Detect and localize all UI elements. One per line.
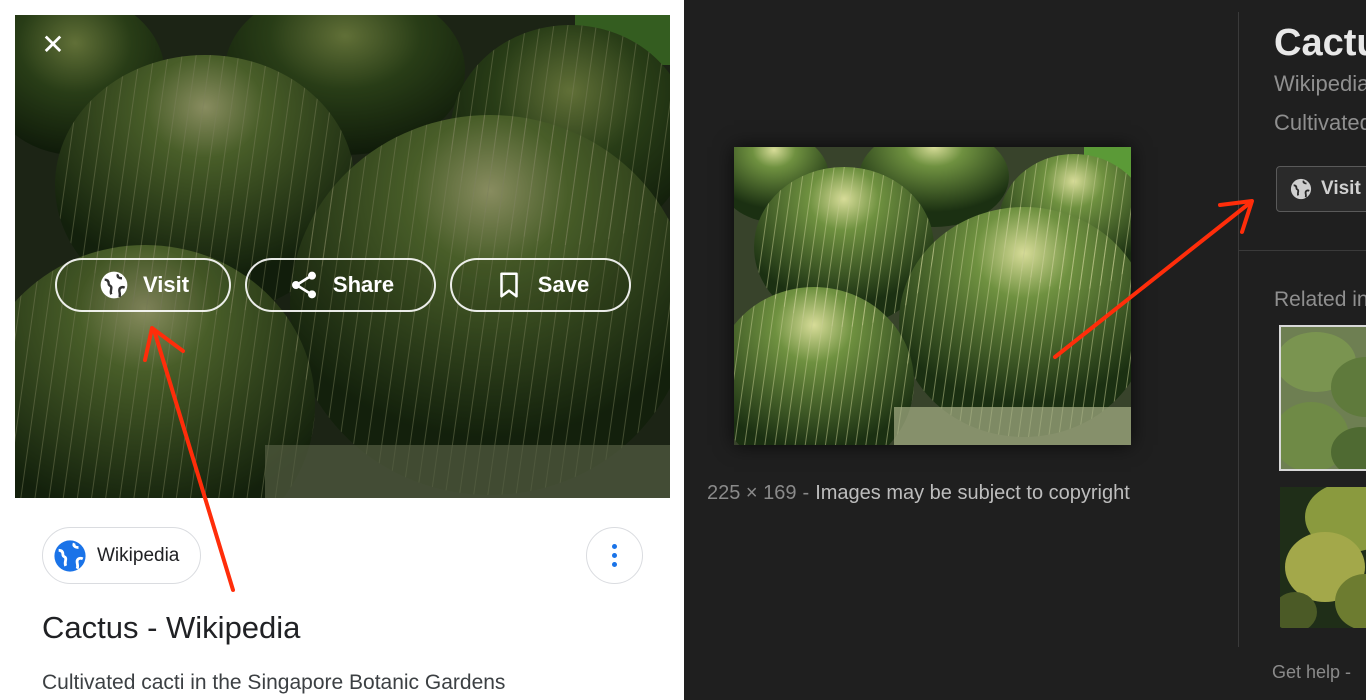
visit-label: Visit [142, 272, 190, 297]
close-icon[interactable]: ✕ [38, 30, 68, 60]
panel-divider [1238, 12, 1239, 647]
mobile-image-viewer: ✕ Visit Share Save Wikipedia Cactus - Wi… [0, 0, 684, 700]
source-label: Wikipedia [97, 544, 180, 566]
visit-label: Visit [1321, 178, 1361, 199]
image-meta: 225 × 169- Images may be subject to copyr… [707, 482, 1130, 505]
more-vert-icon[interactable] [586, 527, 643, 584]
share-label: Share [332, 272, 395, 297]
globe-icon [97, 268, 131, 302]
image-size: 225 × 169 [707, 482, 797, 504]
desktop-image-viewer: 225 × 169- Images may be subject to copyr… [684, 0, 1366, 700]
result-source[interactable]: Wikipedia [1274, 71, 1366, 97]
section-divider [1239, 250, 1366, 251]
bookmark-icon [492, 268, 526, 302]
globe-icon [53, 539, 87, 573]
result-description: Cultivated [1274, 110, 1366, 135]
related-heading: Related in [1274, 288, 1366, 311]
related-image[interactable] [1279, 325, 1366, 471]
source-chip[interactable]: Wikipedia [42, 527, 201, 584]
cactus-image [15, 15, 670, 498]
get-help-link[interactable]: Get help - [1272, 662, 1351, 683]
save-button[interactable]: Save [450, 258, 631, 312]
cactus-photo-preview[interactable] [734, 147, 1131, 445]
related-image[interactable] [1280, 487, 1366, 628]
result-title[interactable]: Cactu [1274, 22, 1366, 65]
copyright-notice[interactable]: Images may be subject to copyright [815, 482, 1130, 504]
globe-icon [1290, 178, 1312, 200]
visit-button[interactable]: Visit [55, 258, 231, 312]
save-label: Save [537, 272, 590, 297]
cactus-image [734, 147, 1131, 445]
result-description: Cultivated cacti in the Singapore Botani… [42, 671, 506, 694]
share-icon [287, 268, 321, 302]
visit-button[interactable]: Visit [1276, 166, 1366, 212]
share-button[interactable]: Share [245, 258, 436, 312]
result-title[interactable]: Cactus - Wikipedia [42, 610, 300, 646]
meta-separator: - [802, 482, 810, 504]
cactus-photo-large[interactable] [15, 15, 670, 498]
